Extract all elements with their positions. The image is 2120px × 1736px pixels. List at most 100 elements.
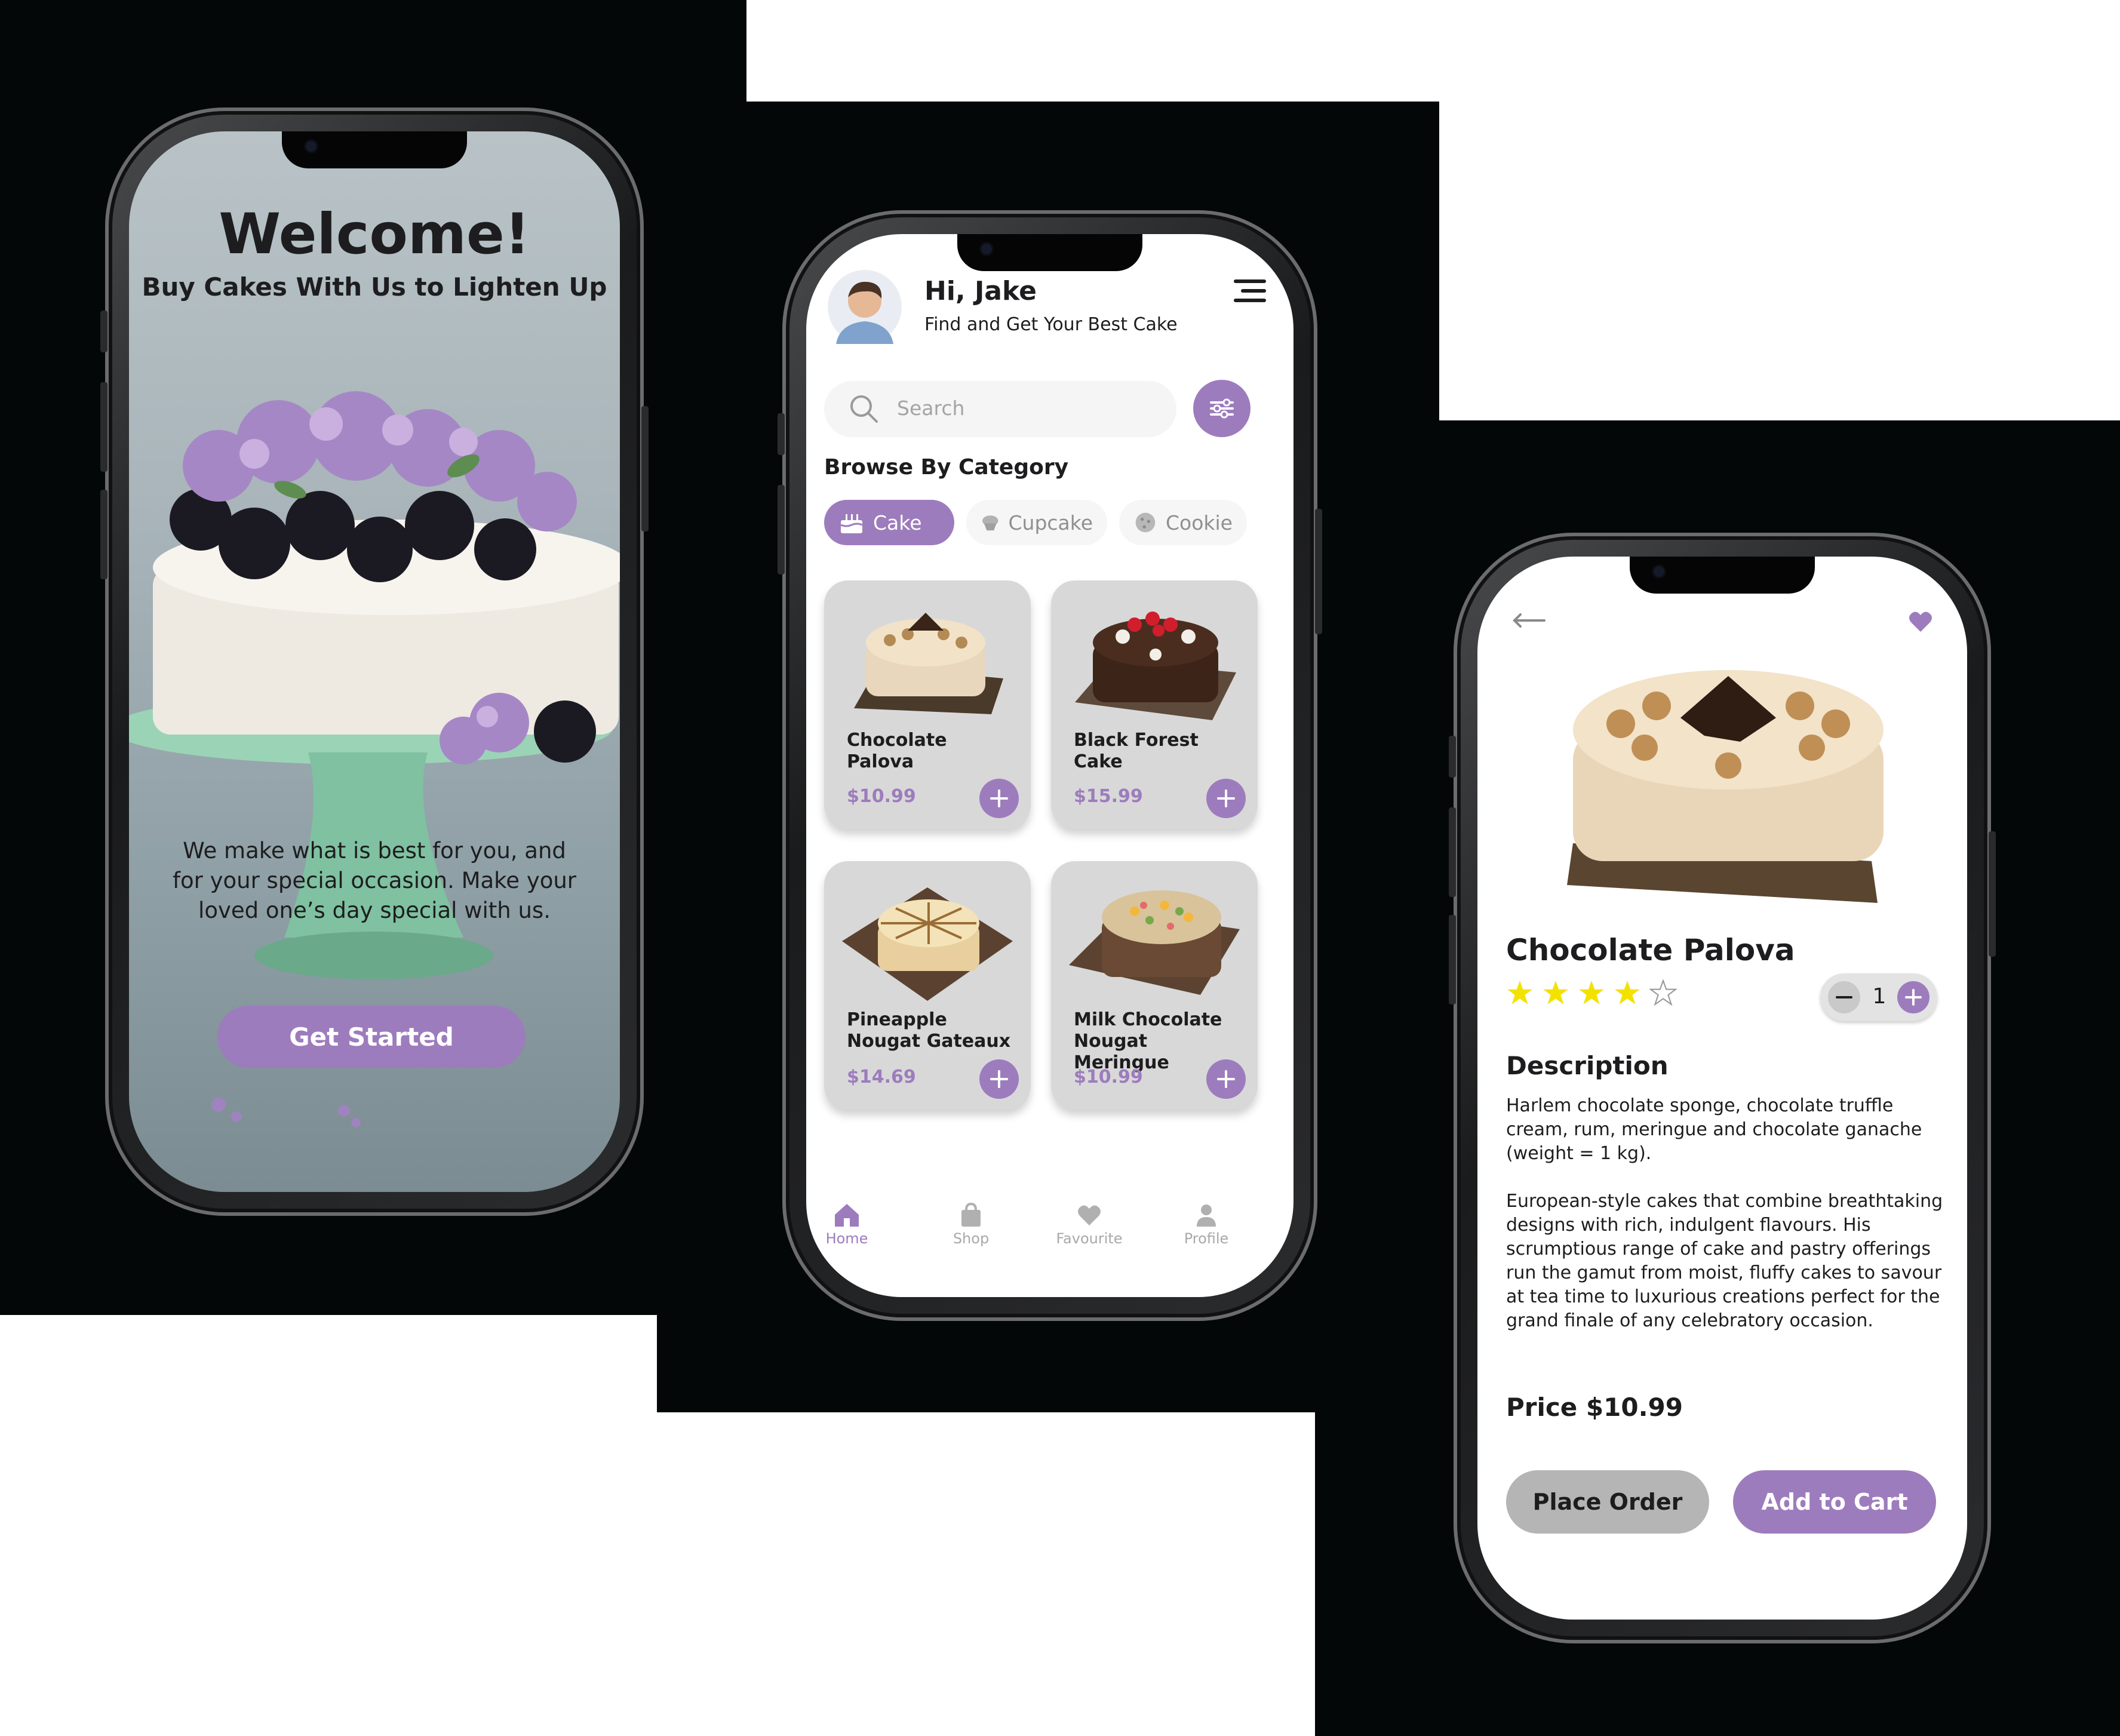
star-filled-icon: [1507, 981, 1532, 1004]
cookie-icon: [1135, 512, 1156, 533]
notch: [957, 234, 1142, 271]
product-price: $10.99: [847, 786, 916, 807]
product-image-chocolate-palova: [854, 613, 1003, 714]
home-icon: [835, 1204, 859, 1227]
quantity-value: 1: [1872, 984, 1887, 1009]
plus-icon: [990, 1070, 1008, 1088]
add-to-cart-button[interactable]: [979, 1059, 1019, 1099]
welcome-description: We make what is best for you, and for yo…: [172, 838, 577, 923]
star-filled-icon: [1579, 981, 1604, 1004]
star-filled-icon: [1543, 981, 1568, 1004]
add-to-cart-button[interactable]: Add to Cart: [1733, 1470, 1936, 1534]
phone-welcome: Welcome! Buy Cakes With Us to Lighten Up: [100, 107, 649, 1216]
product-image-milk-chocolate-nougat-meringue: [1069, 890, 1240, 995]
get-started-button[interactable]: Get Started: [217, 1006, 526, 1068]
description-paragraph-1: Harlem chocolate sponge, chocolate truff…: [1506, 1095, 1922, 1164]
notch: [1630, 557, 1815, 594]
product-price: $10.99: [1074, 1067, 1143, 1087]
product-name: Black Forest Cake: [1074, 730, 1199, 772]
description-heading: Description: [1506, 1051, 1669, 1080]
side-button: [1449, 807, 1456, 897]
side-button: [778, 485, 785, 574]
search-icon: [850, 395, 878, 423]
product-price: $15.99: [1074, 786, 1143, 807]
search-input[interactable]: Search: [824, 381, 1176, 437]
quantity-stepper: 1: [1820, 973, 1937, 1021]
detail-screen: Chocolate Palova 1 Description Harlem ch…: [1477, 557, 1967, 1620]
welcome-screen: Welcome! Buy Cakes With Us to Lighten Up: [129, 131, 620, 1192]
product-price: Price $10.99: [1506, 1393, 1683, 1422]
menu-icon[interactable]: [1234, 279, 1266, 303]
side-button: [778, 413, 785, 455]
add-to-cart-button[interactable]: [979, 779, 1019, 818]
plus-icon: [1217, 1070, 1235, 1088]
product-card[interactable]: Pineapple Nougat Gateaux $14.69: [824, 861, 1031, 1110]
product-hero-image: [1567, 670, 1884, 903]
side-button: [100, 311, 107, 352]
add-to-cart-button[interactable]: [1206, 779, 1246, 818]
side-button: [1989, 831, 1996, 957]
notch: [282, 131, 467, 168]
plus-icon: [990, 789, 1008, 807]
nav-label: Shop: [953, 1230, 990, 1247]
category-cupcake[interactable]: Cupcake: [966, 500, 1107, 545]
nav-profile[interactable]: Profile: [1165, 1202, 1248, 1247]
side-button: [1449, 736, 1456, 778]
category-label: Cupcake: [1008, 511, 1093, 534]
camera-icon: [1654, 566, 1664, 577]
product-name: Pineapple Nougat Gateaux: [847, 1009, 1011, 1052]
camera-icon: [981, 244, 992, 254]
home-screen: Hi, Jake Find and Get Your Best Cake Sea…: [806, 234, 1293, 1297]
nav-label: Favourite: [1056, 1230, 1123, 1247]
rating-stars: [1506, 979, 1677, 1007]
filter-button[interactable]: [1193, 380, 1251, 437]
product-image-black-forest-cake: [1075, 612, 1236, 720]
product-price: $14.69: [847, 1067, 916, 1087]
camera-icon: [306, 141, 317, 152]
side-button: [100, 382, 107, 472]
user-icon: [1197, 1205, 1216, 1227]
product-card[interactable]: Black Forest Cake $15.99: [1051, 580, 1258, 829]
plus-button[interactable]: [1897, 981, 1930, 1014]
category-cake[interactable]: Cake: [824, 500, 954, 545]
product-image-pineapple-nougat-gateaux: [842, 887, 1013, 1001]
nav-home[interactable]: Home: [806, 1202, 889, 1247]
category-label: Cake: [873, 511, 922, 534]
phone-home: Hi, Jake Find and Get Your Best Cake Sea…: [778, 210, 1322, 1321]
shopping-bag-icon: [961, 1202, 981, 1227]
avatar[interactable]: [828, 270, 902, 344]
side-button: [1449, 915, 1456, 1004]
place-order-button[interactable]: Place Order: [1506, 1470, 1709, 1534]
cupcake-icon: [982, 515, 998, 531]
bottom-navigation: Home Shop Favourite Profile: [806, 1202, 1293, 1273]
side-button: [641, 406, 649, 531]
star-empty-icon: [1649, 979, 1677, 1006]
sliders-icon: [1210, 398, 1234, 419]
nav-label: Home: [825, 1230, 868, 1247]
category-cookie[interactable]: Cookie: [1119, 500, 1247, 545]
star-filled-icon: [1615, 981, 1640, 1004]
greeting: Hi, Jake: [924, 276, 1037, 306]
phone-detail: Chocolate Palova 1 Description Harlem ch…: [1449, 533, 1996, 1643]
heart-icon: [1078, 1205, 1101, 1225]
category-label: Cookie: [1165, 511, 1233, 534]
tagline: Find and Get Your Best Cake: [924, 314, 1178, 335]
nav-label: Profile: [1184, 1230, 1229, 1247]
side-button: [100, 490, 107, 579]
section-title: Browse By Category: [824, 455, 1069, 480]
side-button: [1315, 509, 1322, 634]
description-paragraph-2: European-style cakes that combine breath…: [1506, 1191, 1943, 1331]
search-placeholder: Search: [897, 397, 965, 420]
product-card[interactable]: Milk Chocolate Nougat Meringue $10.99: [1051, 861, 1258, 1110]
product-title: Chocolate Palova: [1506, 933, 1795, 967]
plus-icon: [1217, 789, 1235, 807]
cake-icon: [840, 514, 863, 533]
nav-favourite[interactable]: Favourite: [1047, 1202, 1131, 1247]
product-card[interactable]: Chocolate Palova $10.99: [824, 580, 1031, 829]
nav-shop[interactable]: Shop: [929, 1202, 1013, 1247]
favourite-heart-icon[interactable]: [1907, 609, 1934, 633]
product-name: Chocolate Palova: [847, 730, 947, 772]
add-to-cart-button[interactable]: [1206, 1059, 1246, 1099]
minus-button[interactable]: [1827, 981, 1861, 1014]
back-arrow-icon[interactable]: [1511, 612, 1547, 629]
